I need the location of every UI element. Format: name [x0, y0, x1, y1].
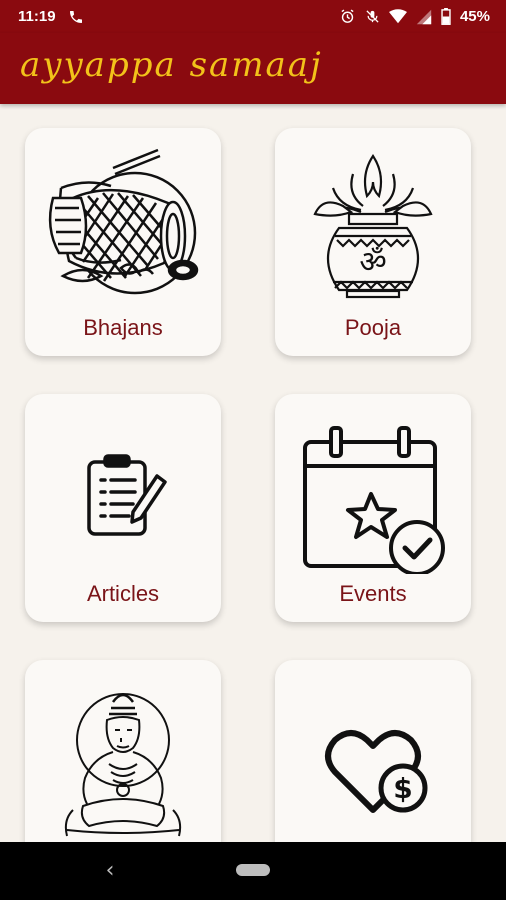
kalash-om-icon: ॐ: [313, 154, 433, 299]
svg-text:$: $: [393, 772, 412, 805]
ayyappa-deity-icon: [64, 693, 182, 837]
status-time: 11:19: [18, 8, 56, 25]
menu-grid: Bhajans ॐ Pooja Articles Events $: [0, 104, 506, 842]
wifi-icon: [388, 9, 407, 24]
drum-instruments-icon: [48, 148, 199, 295]
signal-icon: [416, 9, 432, 25]
phone-icon: [68, 9, 84, 25]
status-right: 45%: [339, 0, 490, 33]
home-pill-icon[interactable]: [236, 864, 270, 876]
tile-events[interactable]: Events: [275, 394, 471, 622]
tile-label-events: Events: [339, 581, 407, 606]
calendar-star-check-icon: [303, 426, 445, 574]
heart-dollar-donate-icon: $: [325, 730, 428, 813]
clipboard-pen-icon: [87, 454, 167, 536]
svg-text:ॐ: ॐ: [359, 245, 386, 280]
battery-percent: 45%: [459, 8, 490, 25]
tile-ayyappa[interactable]: [25, 660, 221, 842]
alarm-icon: [339, 8, 356, 25]
tile-bhajans[interactable]: Bhajans: [25, 128, 221, 356]
status-left: 11:19: [18, 8, 84, 25]
battery-icon: [441, 8, 451, 25]
tile-pooja[interactable]: ॐ Pooja: [275, 128, 471, 356]
system-nav-bar: ‹: [0, 842, 506, 900]
status-bar: 11:19 45%: [0, 0, 506, 33]
tile-articles[interactable]: Articles: [25, 394, 221, 622]
app-title: ayyappa samaaj: [20, 45, 323, 85]
tile-label-pooja: Pooja: [344, 315, 402, 340]
back-icon[interactable]: ‹: [100, 858, 120, 884]
app-header: ayyappa samaaj: [0, 33, 506, 104]
tile-label-articles: Articles: [86, 581, 160, 606]
mute-icon: [365, 8, 380, 25]
tile-label-bhajans: Bhajans: [83, 315, 163, 340]
tile-donate[interactable]: $: [275, 660, 471, 842]
